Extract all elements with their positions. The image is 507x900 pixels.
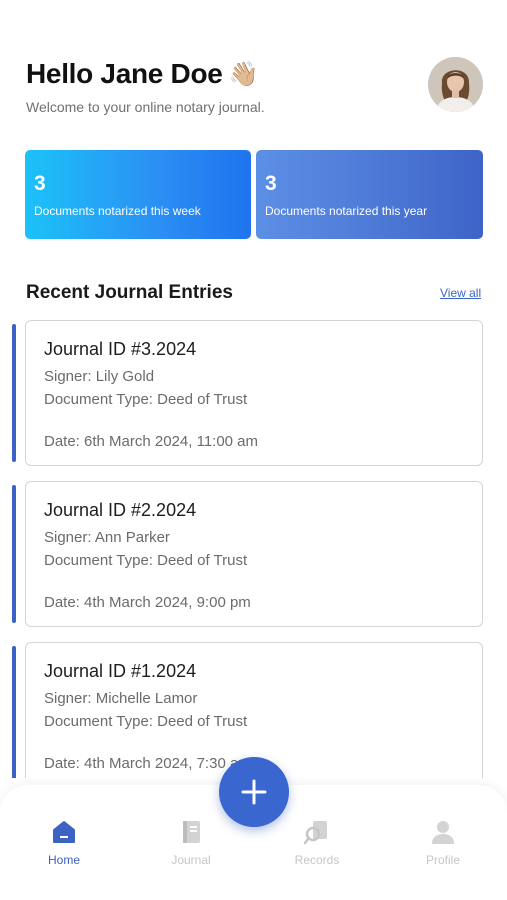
welcome-subtitle: Welcome to your online notary journal. [26, 99, 265, 115]
stat-week-value: 3 [34, 172, 46, 195]
avatar[interactable] [428, 57, 483, 112]
entry-title: Journal ID #2.2024 [44, 500, 197, 520]
nav-label-profile: Profile [425, 853, 460, 867]
nav-label-home: Home [47, 853, 80, 867]
list-item[interactable]: Journal ID #2.2024 Signer: Ann Parker Do… [0, 481, 507, 627]
stat-year-label: Documents notarized this year [265, 204, 428, 218]
greeting-text: Hello Jane Doe [26, 58, 223, 89]
entry-signer: Signer: Ann Parker [44, 529, 170, 546]
journal-entry-card[interactable]: Journal ID #2.2024 Signer: Ann Parker Do… [25, 481, 483, 627]
entry-title: Journal ID #1.2024 [44, 661, 197, 681]
nav-item-profile[interactable]: Profile [398, 819, 488, 867]
entry-doc-type: Document Type: Deed of Trust [44, 391, 248, 408]
nav-item-records[interactable]: Records [272, 819, 362, 867]
list-item[interactable]: Journal ID #3.2024 Signer: Lily Gold Doc… [0, 320, 507, 466]
records-icon [304, 821, 327, 845]
entry-doc-type: Document Type: Deed of Trust [44, 552, 248, 569]
view-all-link[interactable]: View all [440, 286, 481, 300]
entry-date: Date: 4th March 2024, 7:30 am [44, 755, 251, 772]
stat-year-value: 3 [265, 172, 277, 195]
user-avatar-photo-icon [428, 57, 483, 112]
entry-doc-type: Document Type: Deed of Trust [44, 713, 248, 730]
plus-icon [241, 779, 267, 805]
stat-week-label: Documents notarized this week [34, 204, 201, 218]
entry-accent-bar [12, 485, 16, 623]
entry-date: Date: 4th March 2024, 9:00 pm [44, 594, 251, 611]
add-entry-button[interactable] [219, 757, 289, 827]
nav-label-journal: Journal [171, 853, 211, 867]
entry-signer: Signer: Michelle Lamor [44, 690, 198, 707]
profile-icon [432, 821, 454, 844]
stat-card-week[interactable]: 3 Documents notarized this week [25, 150, 251, 239]
nav-label-records: Records [294, 853, 340, 867]
entry-accent-bar [12, 646, 16, 778]
page-title: Hello Jane Doe 👋🏼 [26, 58, 258, 90]
entry-signer: Signer: Lily Gold [44, 368, 155, 385]
journal-entry-card[interactable]: Journal ID #3.2024 Signer: Lily Gold Doc… [25, 320, 483, 466]
stat-card-year[interactable]: 3 Documents notarized this year [256, 150, 483, 239]
home-icon [53, 821, 75, 843]
journal-entries-list[interactable]: Journal ID #3.2024 Signer: Lily Gold Doc… [0, 320, 507, 778]
journal-icon [183, 821, 200, 843]
entry-date: Date: 6th March 2024, 11:00 am [44, 433, 259, 450]
nav-item-journal[interactable]: Journal [146, 819, 236, 867]
entry-accent-bar [12, 324, 16, 462]
section-title: Recent Journal Entries [26, 282, 233, 303]
wave-hand-icon: 👋🏼 [228, 60, 259, 88]
entry-title: Journal ID #3.2024 [44, 339, 197, 359]
nav-item-home[interactable]: Home [19, 819, 109, 867]
